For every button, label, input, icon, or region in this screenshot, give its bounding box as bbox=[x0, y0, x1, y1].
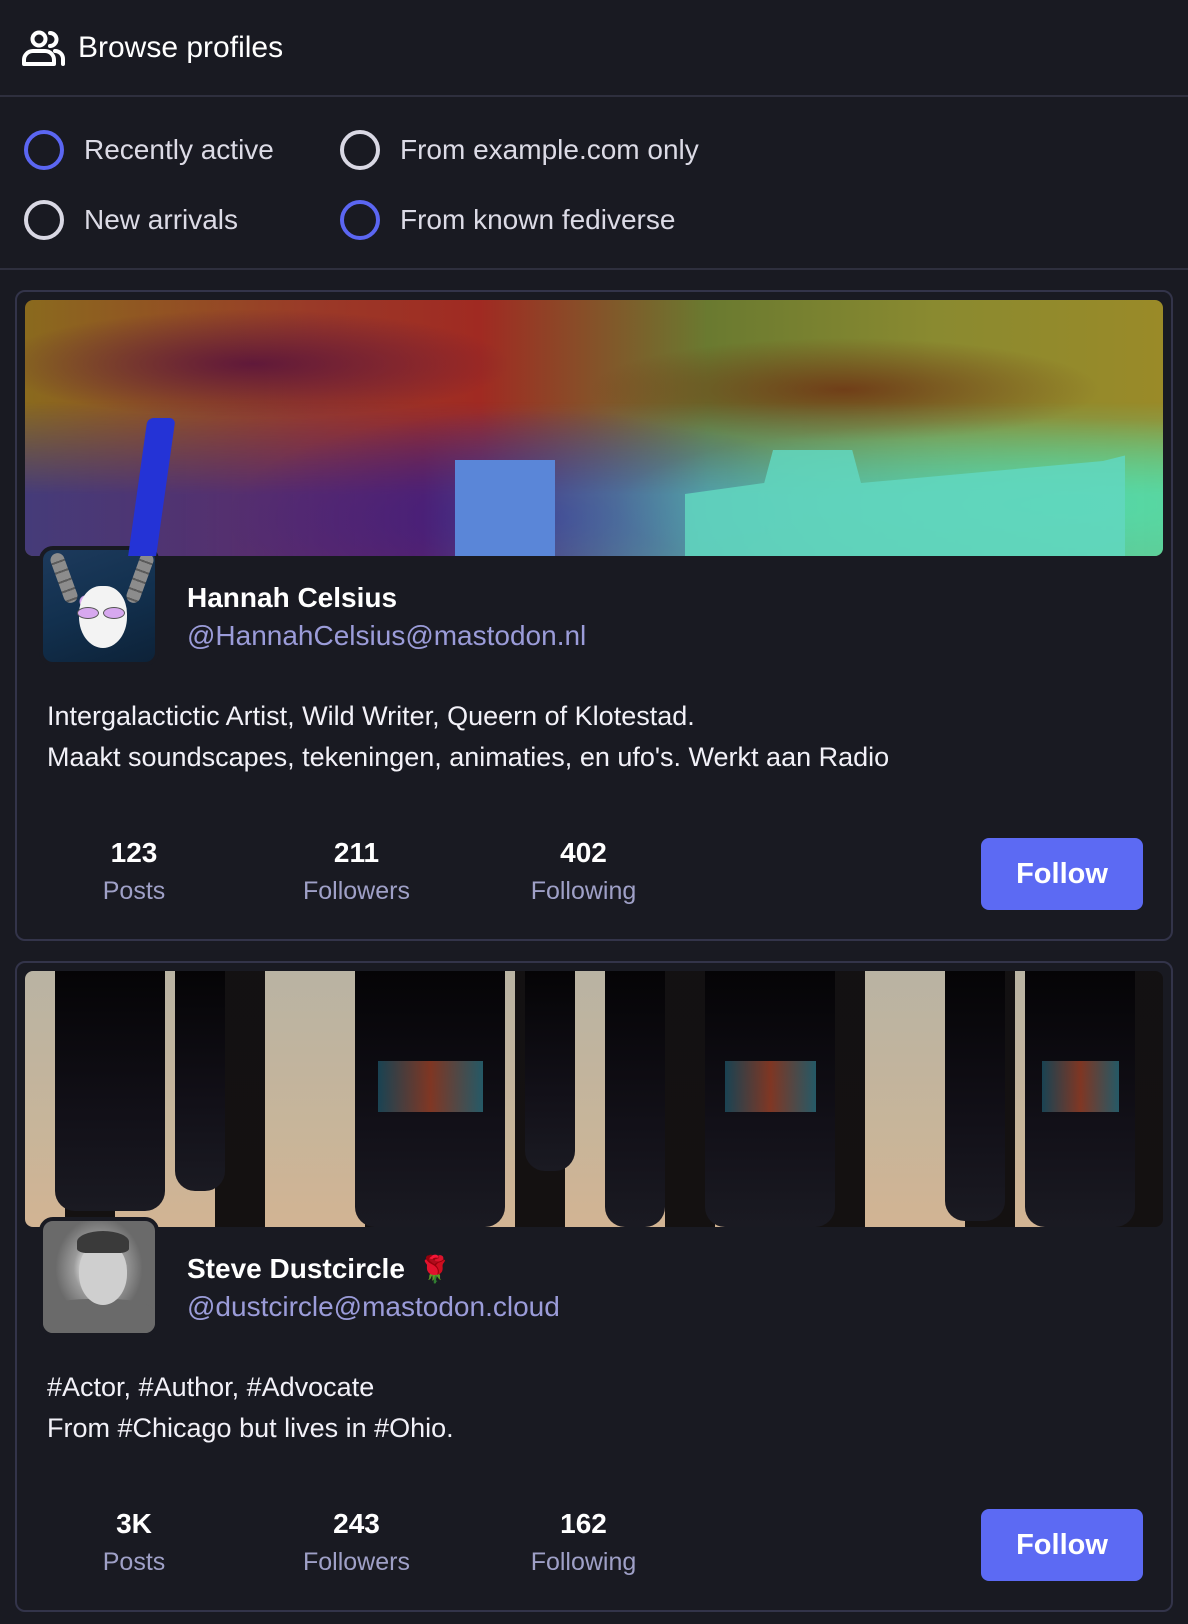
profile-stats: 3K Posts 243 Followers 162 Following Fol… bbox=[25, 1489, 1163, 1599]
stat-posts: 123 Posts bbox=[102, 837, 166, 905]
display-name[interactable]: Hannah Celsius bbox=[187, 578, 586, 618]
profile-card[interactable]: Steve Dustcircle 🌹 @dustcircle@mastodon.… bbox=[15, 961, 1173, 1612]
stat-following: 162 Following bbox=[530, 1508, 637, 1576]
profile-bio: Intergalactictic Artist, Wild Writer, Qu… bbox=[47, 701, 890, 772]
filter-local-only[interactable]: From example.com only bbox=[340, 126, 760, 174]
profile-bio: #Actor, #Author, #Advocate From #Chicago… bbox=[47, 1372, 454, 1443]
account-handle[interactable]: @HannahCelsius@mastodon.nl bbox=[187, 620, 586, 652]
follow-button[interactable]: Follow bbox=[981, 838, 1143, 910]
profile-card[interactable]: Hannah Celsius @HannahCelsius@mastodon.n… bbox=[15, 290, 1173, 941]
follow-button[interactable]: Follow bbox=[981, 1509, 1143, 1581]
account-handle[interactable]: @dustcircle@mastodon.cloud bbox=[187, 1291, 560, 1323]
radio-selected-icon bbox=[340, 200, 380, 240]
stat-posts: 3K Posts bbox=[102, 1508, 166, 1576]
page-title: Browse profiles bbox=[78, 30, 284, 64]
filter-label: From example.com only bbox=[400, 134, 699, 165]
display-name[interactable]: Steve Dustcircle 🌹 bbox=[187, 1249, 560, 1289]
rose-emoji-icon: 🌹 bbox=[418, 1253, 452, 1284]
filter-label: From known fediverse bbox=[400, 204, 676, 235]
stat-followers: 211 Followers bbox=[303, 837, 410, 905]
radio-selected-icon bbox=[24, 130, 64, 170]
stat-following: 402 Following bbox=[530, 837, 637, 905]
filter-label: New arrivals bbox=[84, 204, 239, 235]
users-icon bbox=[22, 28, 68, 68]
radio-unselected-icon bbox=[340, 130, 380, 170]
filter-new-arrivals[interactable]: New arrivals bbox=[24, 196, 340, 244]
avatar[interactable] bbox=[39, 546, 159, 666]
filter-label: Recently active bbox=[84, 134, 274, 165]
page-header: Browse profiles bbox=[0, 0, 1188, 97]
filter-recently-active[interactable]: Recently active bbox=[24, 126, 340, 174]
avatar[interactable] bbox=[39, 1217, 159, 1337]
filter-known-fediverse[interactable]: From known fediverse bbox=[340, 196, 760, 244]
profile-stats: 123 Posts 211 Followers 402 Following Fo… bbox=[25, 818, 1163, 928]
profile-header-image bbox=[25, 971, 1163, 1227]
radio-unselected-icon bbox=[24, 200, 64, 240]
filter-options: Recently active From example.com only Ne… bbox=[0, 97, 1188, 270]
profile-header-image bbox=[25, 300, 1163, 556]
profile-list: Hannah Celsius @HannahCelsius@mastodon.n… bbox=[0, 270, 1188, 1612]
stat-followers: 243 Followers bbox=[303, 1508, 410, 1576]
